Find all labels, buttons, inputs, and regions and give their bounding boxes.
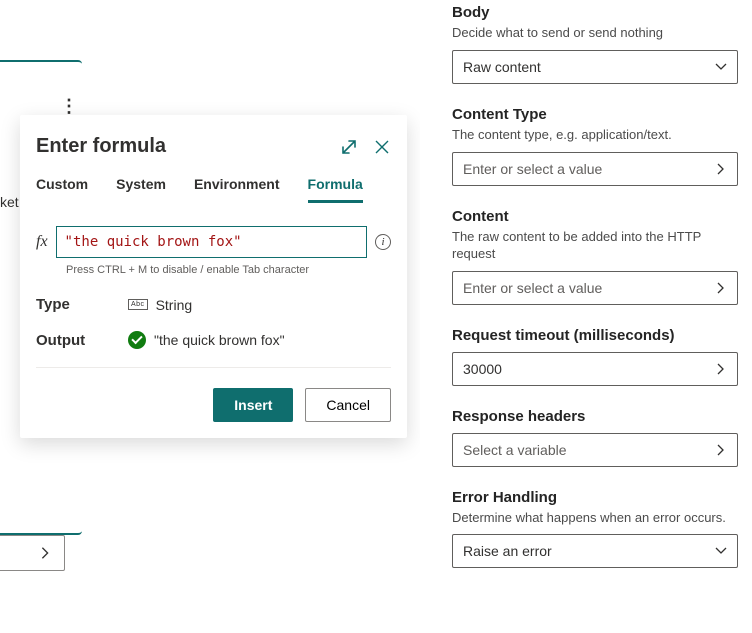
field-content: Content The raw content to be added into… xyxy=(452,208,738,305)
timeout-input[interactable]: 30000 xyxy=(452,352,738,386)
chevron-right-icon xyxy=(38,546,52,560)
expand-icon[interactable] xyxy=(339,137,359,157)
resp-headers-placeholder: Select a variable xyxy=(463,442,567,458)
timeout-label: Request timeout (milliseconds) xyxy=(452,327,738,344)
type-value: String xyxy=(156,297,193,313)
type-row: Type Abc String xyxy=(36,296,391,313)
formula-input[interactable] xyxy=(56,226,367,258)
resp-headers-select[interactable]: Select a variable xyxy=(452,433,738,467)
dialog-header: Enter formula xyxy=(36,135,391,158)
tab-environment[interactable]: Environment xyxy=(194,176,280,203)
timeout-value: 30000 xyxy=(463,361,502,377)
formula-hint: Press CTRL + M to disable / enable Tab c… xyxy=(66,264,391,276)
cancel-button[interactable]: Cancel xyxy=(305,388,391,422)
fx-label: fx xyxy=(36,233,48,251)
formula-row: fx i xyxy=(36,226,391,258)
field-response-headers: Response headers Select a variable xyxy=(452,408,738,467)
dialog-footer: Insert Cancel xyxy=(36,367,391,422)
field-error-handling: Error Handling Determine what happens wh… xyxy=(452,489,738,569)
content-sub: The raw content to be added into the HTT… xyxy=(452,229,738,263)
body-label: Body xyxy=(452,4,738,21)
content-label: Content xyxy=(452,208,738,225)
type-label: Type xyxy=(36,296,128,313)
dialog-title: Enter formula xyxy=(36,135,166,158)
chevron-down-icon xyxy=(714,544,728,558)
dialog-header-actions xyxy=(339,137,391,157)
output-value: "the quick brown fox" xyxy=(154,332,285,348)
resp-headers-label: Response headers xyxy=(452,408,738,425)
chevron-right-icon xyxy=(714,281,728,295)
error-sub: Determine what happens when an error occ… xyxy=(452,510,738,527)
close-icon[interactable] xyxy=(373,138,391,156)
chevron-right-icon xyxy=(714,162,728,176)
tab-formula[interactable]: Formula xyxy=(308,176,363,203)
bg-expand-box[interactable] xyxy=(0,535,65,571)
insert-button[interactable]: Insert xyxy=(213,388,293,422)
error-select[interactable]: Raise an error xyxy=(452,534,738,568)
error-value: Raise an error xyxy=(463,543,552,559)
error-label: Error Handling xyxy=(452,489,738,506)
content-type-placeholder: Enter or select a value xyxy=(463,161,602,177)
formula-dialog: Enter formula Custom System Environment … xyxy=(20,115,407,438)
body-select[interactable]: Raw content xyxy=(452,50,738,84)
content-select[interactable]: Enter or select a value xyxy=(452,271,738,305)
properties-panel: Body Decide what to send or send nothing… xyxy=(420,0,746,590)
content-type-label: Content Type xyxy=(452,106,738,123)
output-row: Output "the quick brown fox" xyxy=(36,331,391,349)
check-icon xyxy=(128,331,146,349)
bg-text-fragment: ket xyxy=(0,194,19,210)
field-timeout: Request timeout (milliseconds) 30000 xyxy=(452,327,738,386)
more-menu-icon[interactable]: ⋮ xyxy=(60,96,77,117)
content-type-select[interactable]: Enter or select a value xyxy=(452,152,738,186)
content-placeholder: Enter or select a value xyxy=(463,280,602,296)
field-content-type: Content Type The content type, e.g. appl… xyxy=(452,106,738,186)
field-body: Body Decide what to send or send nothing… xyxy=(452,4,738,84)
tab-system[interactable]: System xyxy=(116,176,166,203)
type-badge-icon: Abc xyxy=(128,299,148,310)
body-value: Raw content xyxy=(463,59,541,75)
output-label: Output xyxy=(36,332,128,349)
chevron-right-icon xyxy=(714,443,728,457)
body-sub: Decide what to send or send nothing xyxy=(452,25,738,42)
tab-custom[interactable]: Custom xyxy=(36,176,88,203)
chevron-right-icon xyxy=(714,362,728,376)
info-icon[interactable]: i xyxy=(375,234,391,250)
chevron-down-icon xyxy=(714,60,728,74)
dialog-tabs: Custom System Environment Formula xyxy=(36,176,391,204)
content-type-sub: The content type, e.g. application/text. xyxy=(452,127,738,144)
